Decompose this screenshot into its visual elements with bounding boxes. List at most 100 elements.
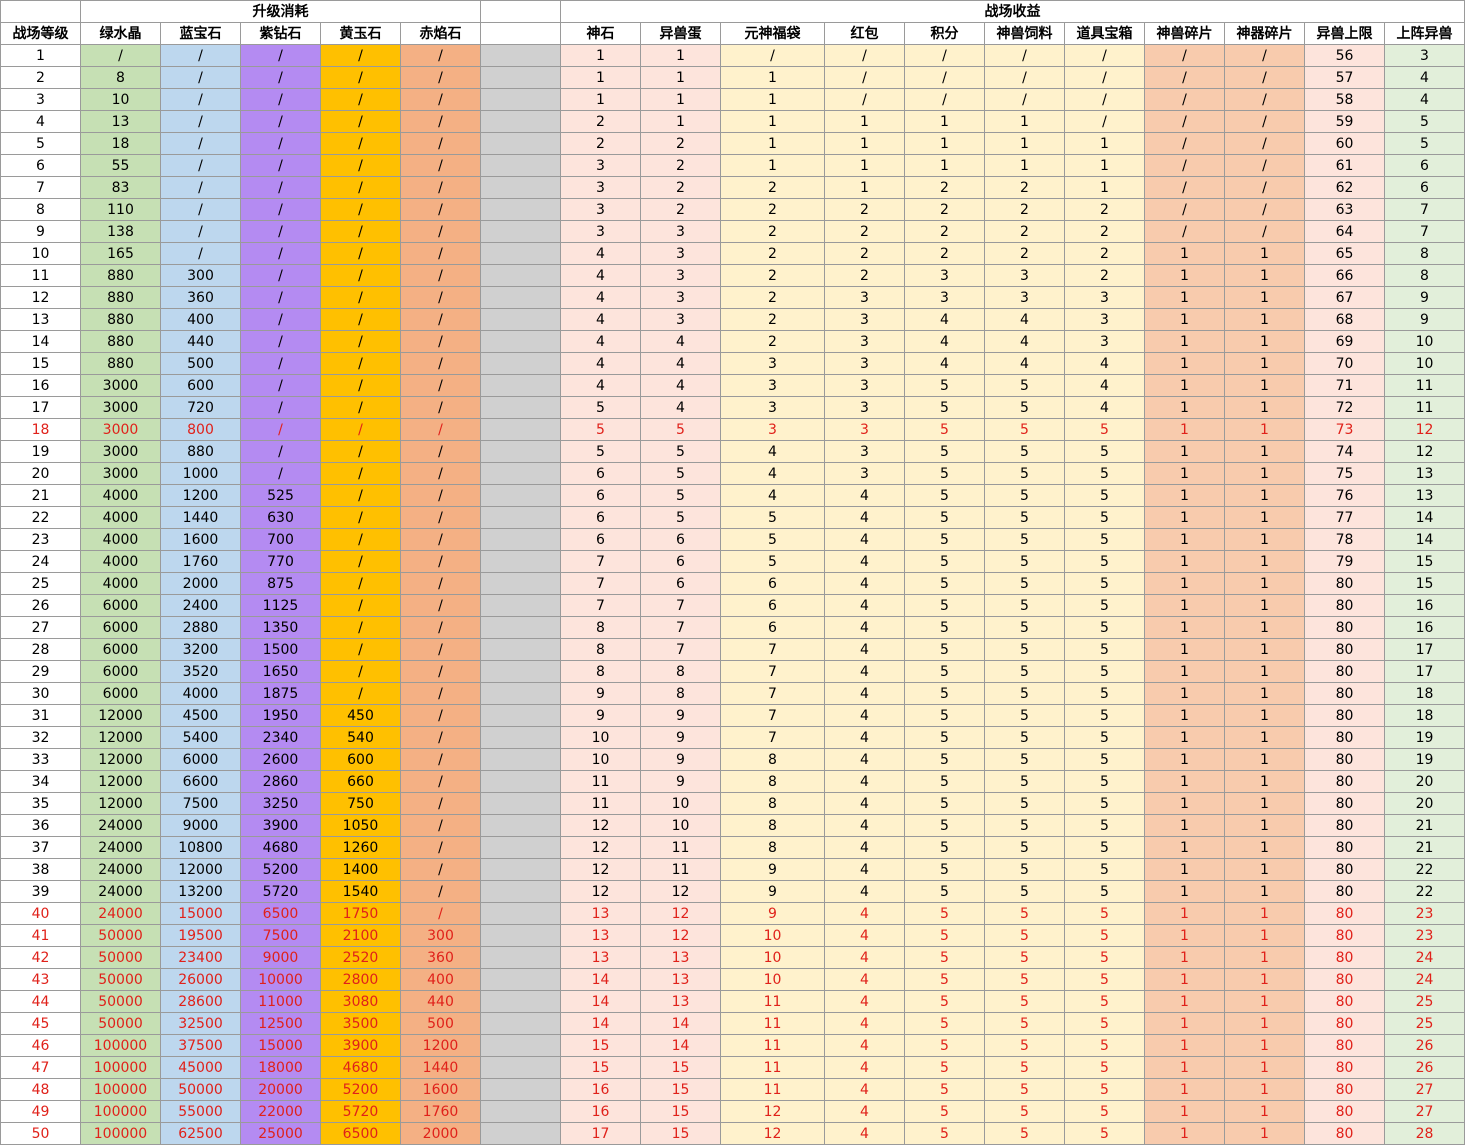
table-row: 33 12000 6000 2600 600/10 9 8 4 5 5 5 1 1 80 19 xyxy=(0,748,1465,771)
table-cell: 5 xyxy=(984,946,1065,969)
table-cell: 5 xyxy=(904,858,985,881)
table-cell: / xyxy=(1224,66,1305,89)
table-row: 17 3000 720///5 4 3 3 5 5 4 1 1 72 11 xyxy=(0,396,1465,419)
table-cell: 16 xyxy=(0,374,81,397)
table-row: 15 880 500///4 4 3 3 4 4 4 1 1 70 10 xyxy=(0,352,1465,375)
table-cell: 10 xyxy=(720,946,825,969)
table-cell: 17 xyxy=(1384,638,1465,661)
table-cell: 80 xyxy=(1304,1034,1385,1057)
table-cell: / xyxy=(1224,44,1305,67)
table-cell: 6000 xyxy=(80,660,161,683)
table-cell: 3 xyxy=(1064,308,1145,331)
table-cell: 1 xyxy=(1144,638,1225,661)
table-cell xyxy=(480,770,561,793)
table-cell: 8 xyxy=(560,660,641,683)
table-cell: 24000 xyxy=(80,814,161,837)
table-cell: 13 xyxy=(560,946,641,969)
table-cell: 5 xyxy=(904,1078,985,1101)
table-cell: 4 xyxy=(824,968,905,991)
table-cell: 80 xyxy=(1304,748,1385,771)
table-cell: 80 xyxy=(1304,836,1385,859)
table-cell: / xyxy=(400,880,481,903)
table-cell: 10 xyxy=(1384,330,1465,353)
table-row: 1// / //1 1// / / / //56 3 xyxy=(0,44,1465,67)
table-cell: / xyxy=(160,110,241,133)
table-cell: 14 xyxy=(1384,528,1465,551)
table-cell: / xyxy=(984,66,1065,89)
table-cell xyxy=(480,88,561,111)
table-cell: 12 xyxy=(560,880,641,903)
table-cell: 1 xyxy=(1144,440,1225,463)
table-cell: 630 xyxy=(240,506,321,529)
table-cell: 17 xyxy=(560,1122,641,1145)
table-cell: / xyxy=(240,264,321,287)
table-cell: 4 xyxy=(824,792,905,815)
table-cell: 1950 xyxy=(240,704,321,727)
table-row: 41 50000 19500 7500 2100 300 13 12 10 4 5 5 5 1 1 80 23 xyxy=(0,924,1465,947)
table-cell: 40 xyxy=(0,902,81,925)
table-cell: / xyxy=(400,748,481,771)
table-cell: 2 xyxy=(1064,242,1145,265)
table-cell: 7 xyxy=(720,638,825,661)
table-cell: 5 xyxy=(984,1056,1065,1079)
table-cell: 1 xyxy=(560,44,641,67)
table-cell: 5 xyxy=(1064,814,1145,837)
table-cell: 18 xyxy=(1384,704,1465,727)
table-row: 14 880 440///4 4 2 3 4 4 3 1 1 69 10 xyxy=(0,330,1465,353)
table-cell xyxy=(480,726,561,749)
table-cell: 3 xyxy=(720,374,825,397)
table-row: 40 24000 15000 6500 1750/13 12 9 4 5 5 5 1 1 80 23 xyxy=(0,902,1465,925)
table-cell: 5 xyxy=(1064,946,1145,969)
table-cell: 1050 xyxy=(320,814,401,837)
table-cell: 2 xyxy=(904,198,985,221)
table-cell: 3200 xyxy=(160,638,241,661)
table-cell: 2 xyxy=(1064,220,1145,243)
table-cell: 1 xyxy=(720,88,825,111)
table-cell: 73 xyxy=(1304,418,1385,441)
table-cell: 4 xyxy=(1064,374,1145,397)
table-cell: 5 xyxy=(984,924,1065,947)
table-cell xyxy=(480,198,561,221)
table-cell: 3000 xyxy=(80,374,161,397)
table-cell: 24000 xyxy=(80,836,161,859)
table-cell: 29 xyxy=(0,660,81,683)
table-cell: 22000 xyxy=(240,1100,321,1123)
table-cell: / xyxy=(1224,88,1305,111)
table-cell: / xyxy=(1224,220,1305,243)
table-cell: / xyxy=(160,220,241,243)
table-cell: 1 xyxy=(1224,748,1305,771)
table-cell: 3900 xyxy=(240,814,321,837)
table-cell: 5 xyxy=(904,792,985,815)
table-cell: / xyxy=(240,66,321,89)
table-cell: 2880 xyxy=(160,616,241,639)
table-cell: / xyxy=(400,660,481,683)
table-cell: 5 xyxy=(904,462,985,485)
table-row: 43 50000 26000 10000 2800 400 14 13 10 4 5 5 5 1 1 80 24 xyxy=(0,968,1465,991)
table-cell: 13 xyxy=(560,902,641,925)
table-cell: / xyxy=(320,616,401,639)
table-cell: 80 xyxy=(1304,1078,1385,1101)
table-cell: / xyxy=(1144,176,1225,199)
table-row: 10 165// //4 3 2 2 2 2 2 1 1 65 8 xyxy=(0,242,1465,265)
column-header xyxy=(480,22,561,45)
table-cell: 1 xyxy=(1144,484,1225,507)
table-cell xyxy=(480,968,561,991)
table-cell: 12000 xyxy=(160,858,241,881)
table-cell: 15 xyxy=(1384,550,1465,573)
table-cell: 440 xyxy=(160,330,241,353)
table-cell: / xyxy=(400,264,481,287)
table-cell: 4 xyxy=(824,1034,905,1057)
table-cell: 1 xyxy=(1144,374,1225,397)
table-cell: 12 xyxy=(560,858,641,881)
table-cell: 8 xyxy=(560,638,641,661)
table-cell: 5 xyxy=(904,528,985,551)
table-cell xyxy=(480,704,561,727)
table-cell xyxy=(480,66,561,89)
table-cell: 26 xyxy=(1384,1056,1465,1079)
table-cell: / xyxy=(160,66,241,89)
table-cell: 880 xyxy=(80,286,161,309)
table-cell: 1400 xyxy=(320,858,401,881)
table-cell: 4 xyxy=(1064,396,1145,419)
table-cell: 1 xyxy=(1144,616,1225,639)
table-cell: 1 xyxy=(1224,814,1305,837)
